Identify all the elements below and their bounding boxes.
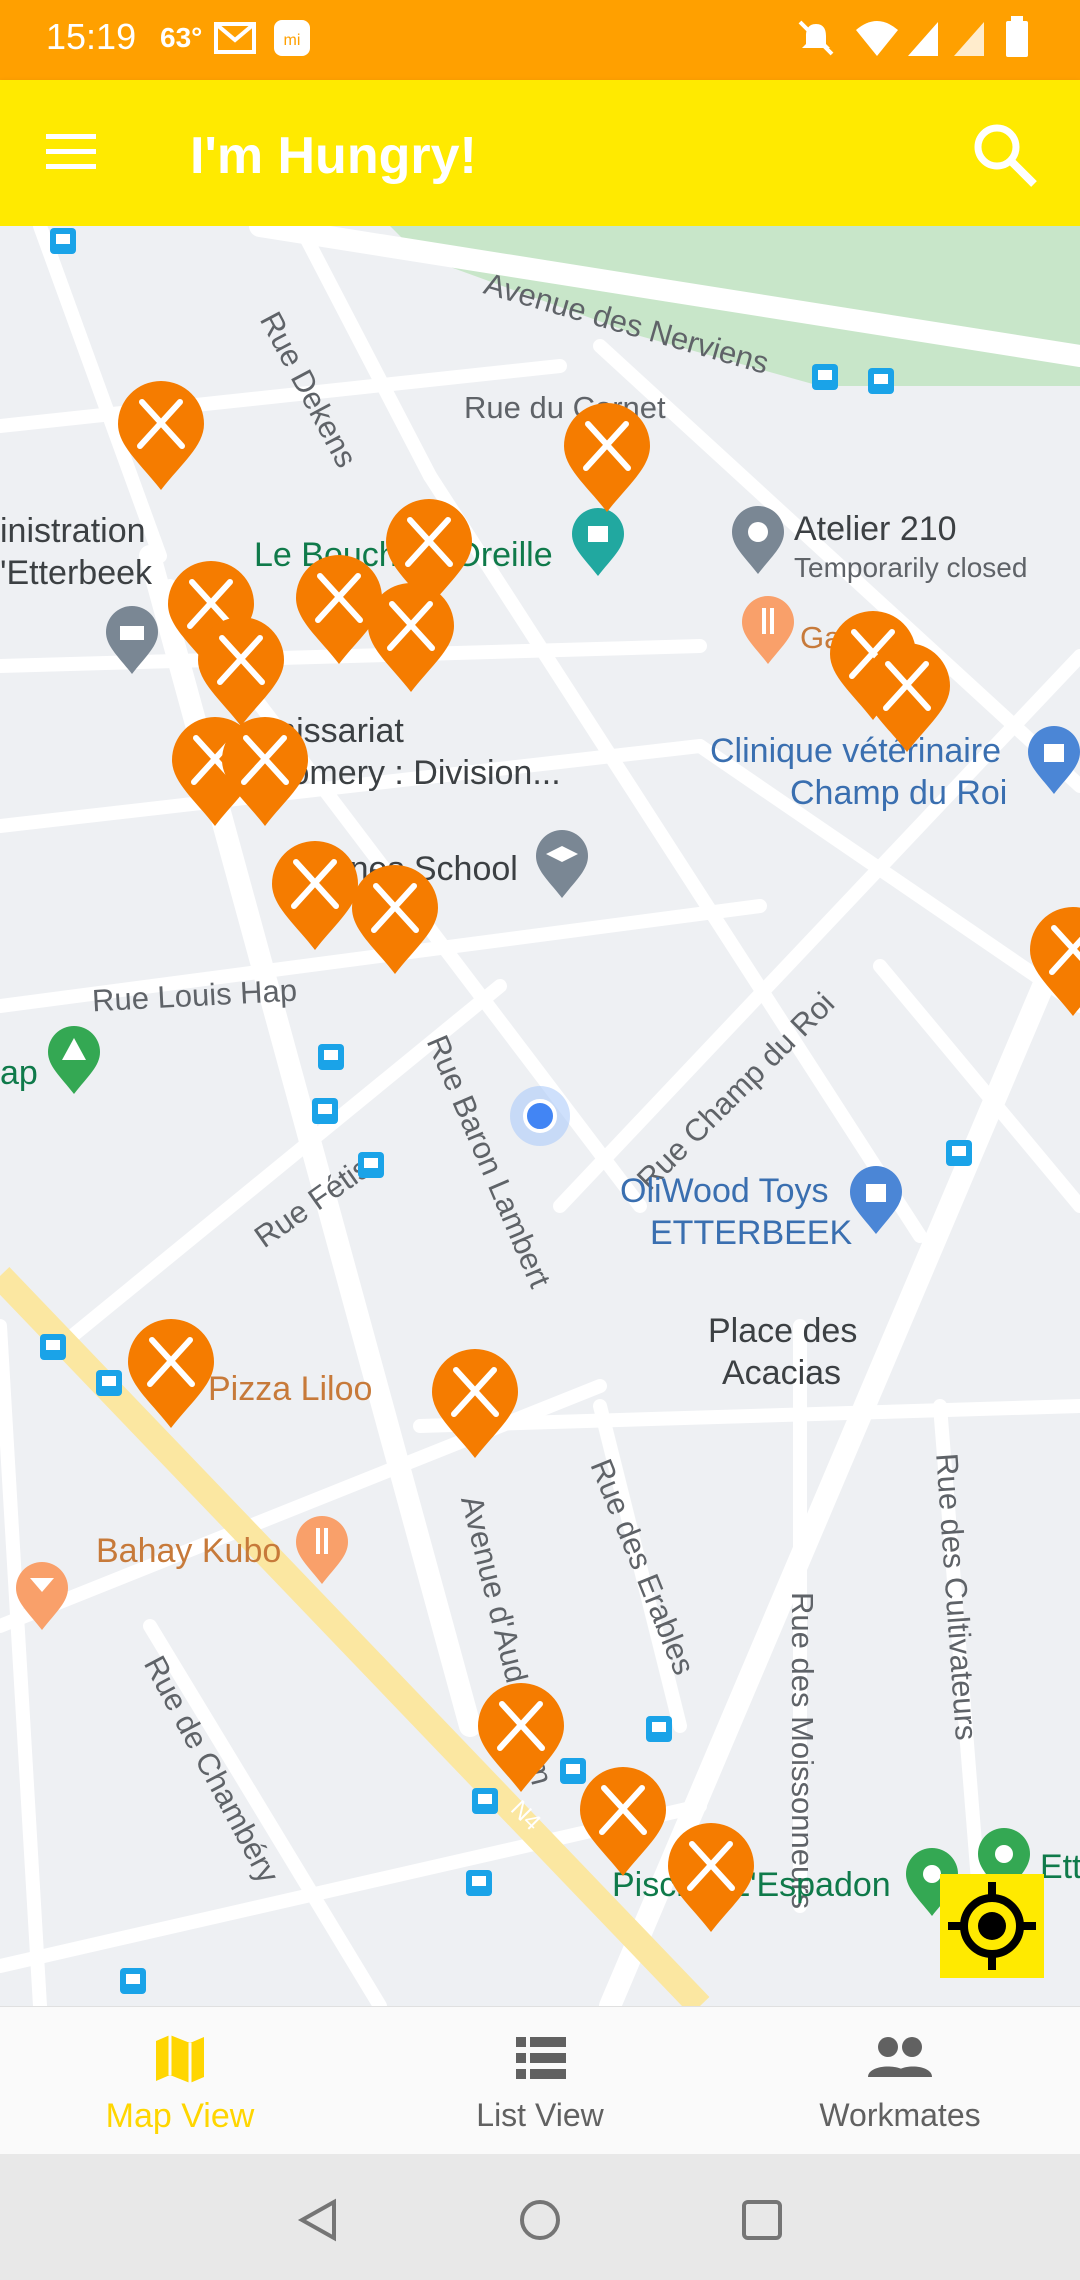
list-icon [516,2037,566,2079]
bus-stop-icon [646,1716,672,1742]
restaurant-pin-icon[interactable] [562,402,652,514]
mute-icon [798,20,834,56]
theater-icon [732,506,784,574]
place-label: Atelier 210 [794,510,957,548]
nav-map-view[interactable]: Map View [0,2007,360,2155]
restaurant-pin-icon[interactable] [196,616,286,728]
restaurant-pin-icon[interactable] [666,1822,756,1934]
my-location-button[interactable] [940,1874,1044,1978]
restaurant-pin-icon[interactable] [270,840,360,952]
system-navigation-bar [0,2154,1080,2280]
place-label: 'Etterbeek [0,554,153,592]
bottom-navigation: Map View List View Workmates [0,2006,1080,2155]
place-label: OliWood Toys [620,1172,829,1210]
place-label: Bahay Kubo [96,1532,282,1570]
bus-stop-icon [40,1334,66,1360]
app-bar: I'm Hungry! [0,80,1080,226]
restaurant-pin-icon[interactable] [350,864,440,976]
mi-icon: mi [274,20,310,56]
place-label: Champ du Roi [790,774,1008,812]
wifi-icon [856,21,898,56]
place-label: Place des [708,1312,858,1350]
bus-stop-icon [120,1968,146,1994]
museum-icon [106,606,158,674]
school-icon [536,830,588,898]
svg-text:mi: mi [284,32,301,49]
home-icon[interactable] [518,2198,562,2242]
nav-map-view-label: Map View [105,2097,255,2135]
park-icon [48,1026,100,1094]
bus-stop-icon [812,364,838,390]
place-label: Pizza Liloo [208,1370,373,1408]
street-label: Rue des Moissonneurs [785,1592,820,1910]
nav-list-view[interactable]: List View [360,2007,720,2155]
status-bar: 15:19 63° mi [0,0,1080,80]
place-label: Clinique vétérinaire [710,732,1002,770]
restaurant-pin-icon[interactable] [366,582,456,694]
place-label: ETTERBEEK [650,1214,853,1252]
bus-stop-icon [312,1098,338,1124]
status-temperature: 63° [160,22,203,53]
restaurant-poi-icon [296,1516,348,1584]
bus-stop-icon [466,1870,492,1896]
bus-stop-icon [50,228,76,254]
status-time: 15:19 [46,16,137,57]
bus-stop-icon [358,1152,384,1178]
shopping-icon [850,1166,902,1234]
nav-workmates[interactable]: Workmates [720,2007,1080,2155]
restaurant-poi-icon [742,596,794,664]
place-label: Temporarily closed [794,552,1028,583]
map[interactable]: Rue Dekens Avenue des Nerviens Rue du Co… [0,226,1080,2006]
map-icon [156,2035,204,2083]
tourist-icon [572,508,624,576]
bus-stop-icon [96,1370,122,1396]
battery-icon [1006,16,1028,57]
restaurant-pin-icon[interactable] [476,1682,566,1794]
crosshair-icon [948,1882,1036,1970]
place-label: Acacias [722,1354,842,1392]
restaurant-pin-icon[interactable] [1028,906,1080,1018]
bus-stop-icon [868,368,894,394]
bus-stop-icon [318,1044,344,1070]
back-icon[interactable] [296,2198,340,2242]
gmail-icon [214,22,256,54]
restaurant-pin-icon[interactable] [126,1318,216,1430]
people-icon [868,2037,932,2077]
nav-workmates-label: Workmates [819,2097,981,2133]
search-icon[interactable] [970,120,1040,190]
restaurant-pin-icon[interactable] [116,380,206,492]
bus-stop-icon [946,1140,972,1166]
signal-icon [908,22,938,56]
app-title: I'm Hungry! [190,127,477,185]
restaurant-pin-icon[interactable] [430,1348,520,1460]
recents-icon[interactable] [740,2198,784,2242]
place-label: ap [0,1054,38,1092]
restaurant-pin-icon[interactable] [578,1766,668,1878]
shopping-icon-2 [1028,726,1080,794]
restaurant-pin-icon[interactable] [220,716,310,828]
menu-icon[interactable] [46,132,98,172]
nav-list-view-label: List View [476,2097,604,2133]
place-label: Ett [1040,1848,1080,1886]
bar-icon [16,1562,68,1630]
place-label: inistration [0,512,146,550]
restaurant-pin-icon[interactable] [862,642,952,754]
signal-icon-2 [954,22,984,56]
